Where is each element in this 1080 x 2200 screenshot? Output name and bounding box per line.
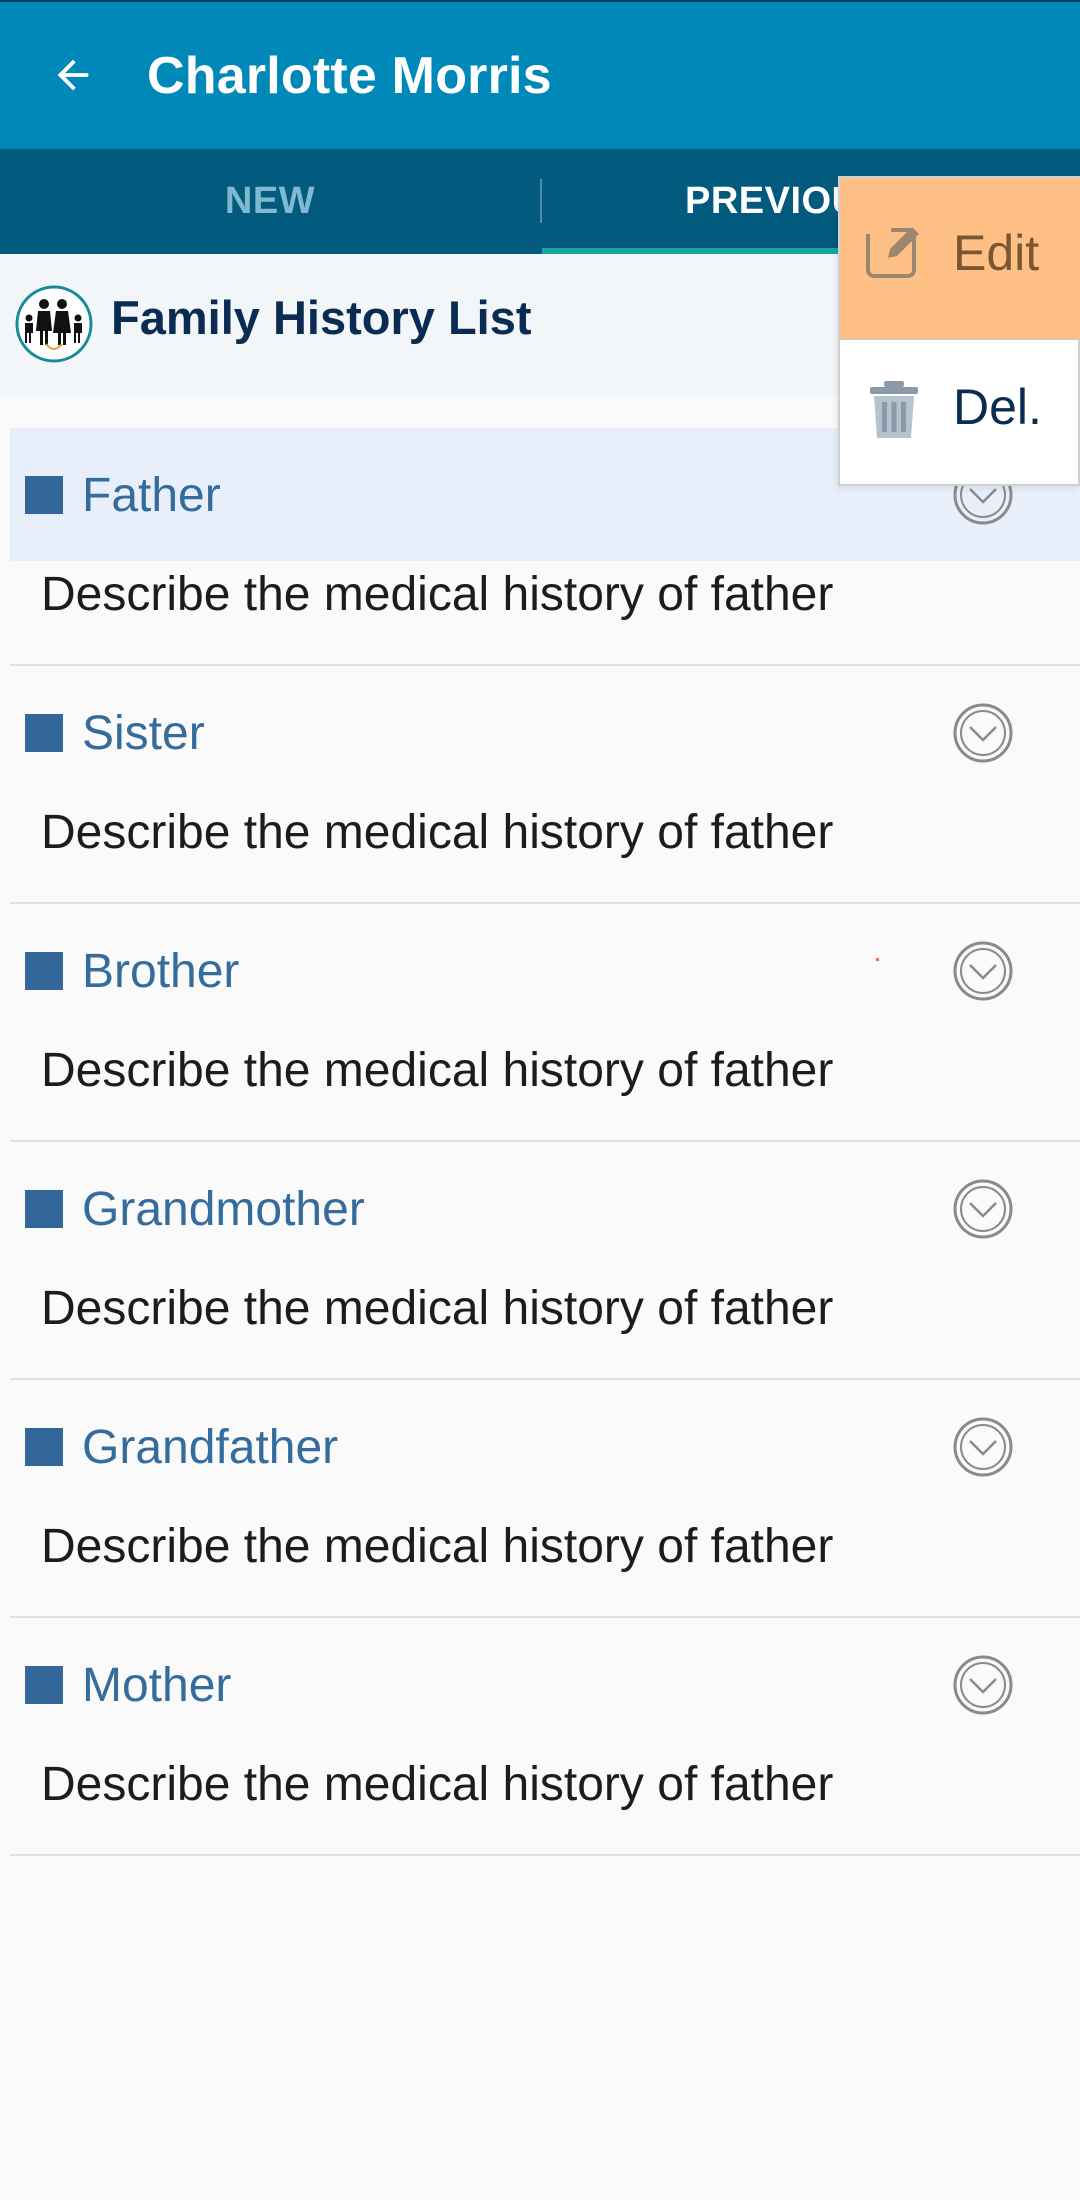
bullet-square-icon: [25, 476, 63, 514]
page-title: Charlotte Morris: [147, 47, 552, 105]
row-description: Describe the medical history of father: [41, 806, 834, 859]
section-title: Family History List: [111, 291, 532, 344]
edit-label: Edit: [953, 225, 1040, 281]
back-button[interactable]: [36, 38, 110, 112]
bullet-square-icon: [25, 1666, 63, 1704]
chevron-down-circle-icon[interactable]: [952, 702, 1014, 764]
list-item-brother[interactable]: Brother Describe the medical history of …: [10, 904, 1080, 1142]
chevron-down-circle-icon[interactable]: [952, 1178, 1014, 1240]
row-description: Describe the medical history of father: [41, 568, 834, 621]
row-header: Sister: [10, 666, 1080, 799]
list-item-grandmother[interactable]: Grandmother Describe the medical history…: [10, 1142, 1080, 1380]
row-description: Describe the medical history of father: [41, 1044, 834, 1097]
row-header: Grandfather: [10, 1380, 1080, 1513]
row-description: Describe the medical history of father: [41, 1758, 834, 1811]
row-title: Grandfather: [82, 1421, 339, 1474]
row-title: Mother: [82, 1659, 232, 1712]
family-logo-icon: [15, 285, 93, 363]
bullet-square-icon: [25, 952, 63, 990]
list-item-grandfather[interactable]: Grandfather Describe the medical history…: [10, 1380, 1080, 1618]
chevron-down-circle-icon[interactable]: [952, 1416, 1014, 1478]
row-title: Father: [82, 469, 221, 522]
touch-artifact: [876, 958, 879, 961]
tab-new[interactable]: NEW: [0, 149, 540, 254]
row-header: Mother: [10, 1618, 1080, 1751]
chevron-down-circle-icon[interactable]: [952, 940, 1014, 1002]
app-bar: Charlotte Morris: [0, 0, 1080, 149]
context-menu: Edit Del.: [838, 176, 1080, 486]
bullet-square-icon: [25, 1428, 63, 1466]
family-history-list: Father Describe the medical history of f…: [10, 428, 1080, 1856]
edit-icon: [865, 226, 919, 278]
chevron-down-circle-icon[interactable]: [952, 1654, 1014, 1716]
bullet-square-icon: [25, 1190, 63, 1228]
delete-menu-item[interactable]: Del.: [840, 340, 1080, 486]
row-title: Brother: [82, 945, 240, 998]
list-item-mother[interactable]: Mother Describe the medical history of f…: [10, 1618, 1080, 1856]
row-header: Brother: [10, 904, 1080, 1037]
row-description: Describe the medical history of father: [41, 1520, 834, 1573]
row-title: Grandmother: [82, 1183, 365, 1236]
trash-icon: [870, 381, 918, 438]
arrow-left-icon: [57, 59, 89, 91]
delete-label: Del.: [953, 379, 1042, 435]
list-item-sister[interactable]: Sister Describe the medical history of f…: [10, 666, 1080, 904]
row-description: Describe the medical history of father: [41, 1282, 834, 1335]
edit-menu-item[interactable]: Edit: [840, 178, 1080, 340]
row-header: Grandmother: [10, 1142, 1080, 1275]
bullet-square-icon: [25, 714, 63, 752]
row-title: Sister: [82, 707, 205, 760]
